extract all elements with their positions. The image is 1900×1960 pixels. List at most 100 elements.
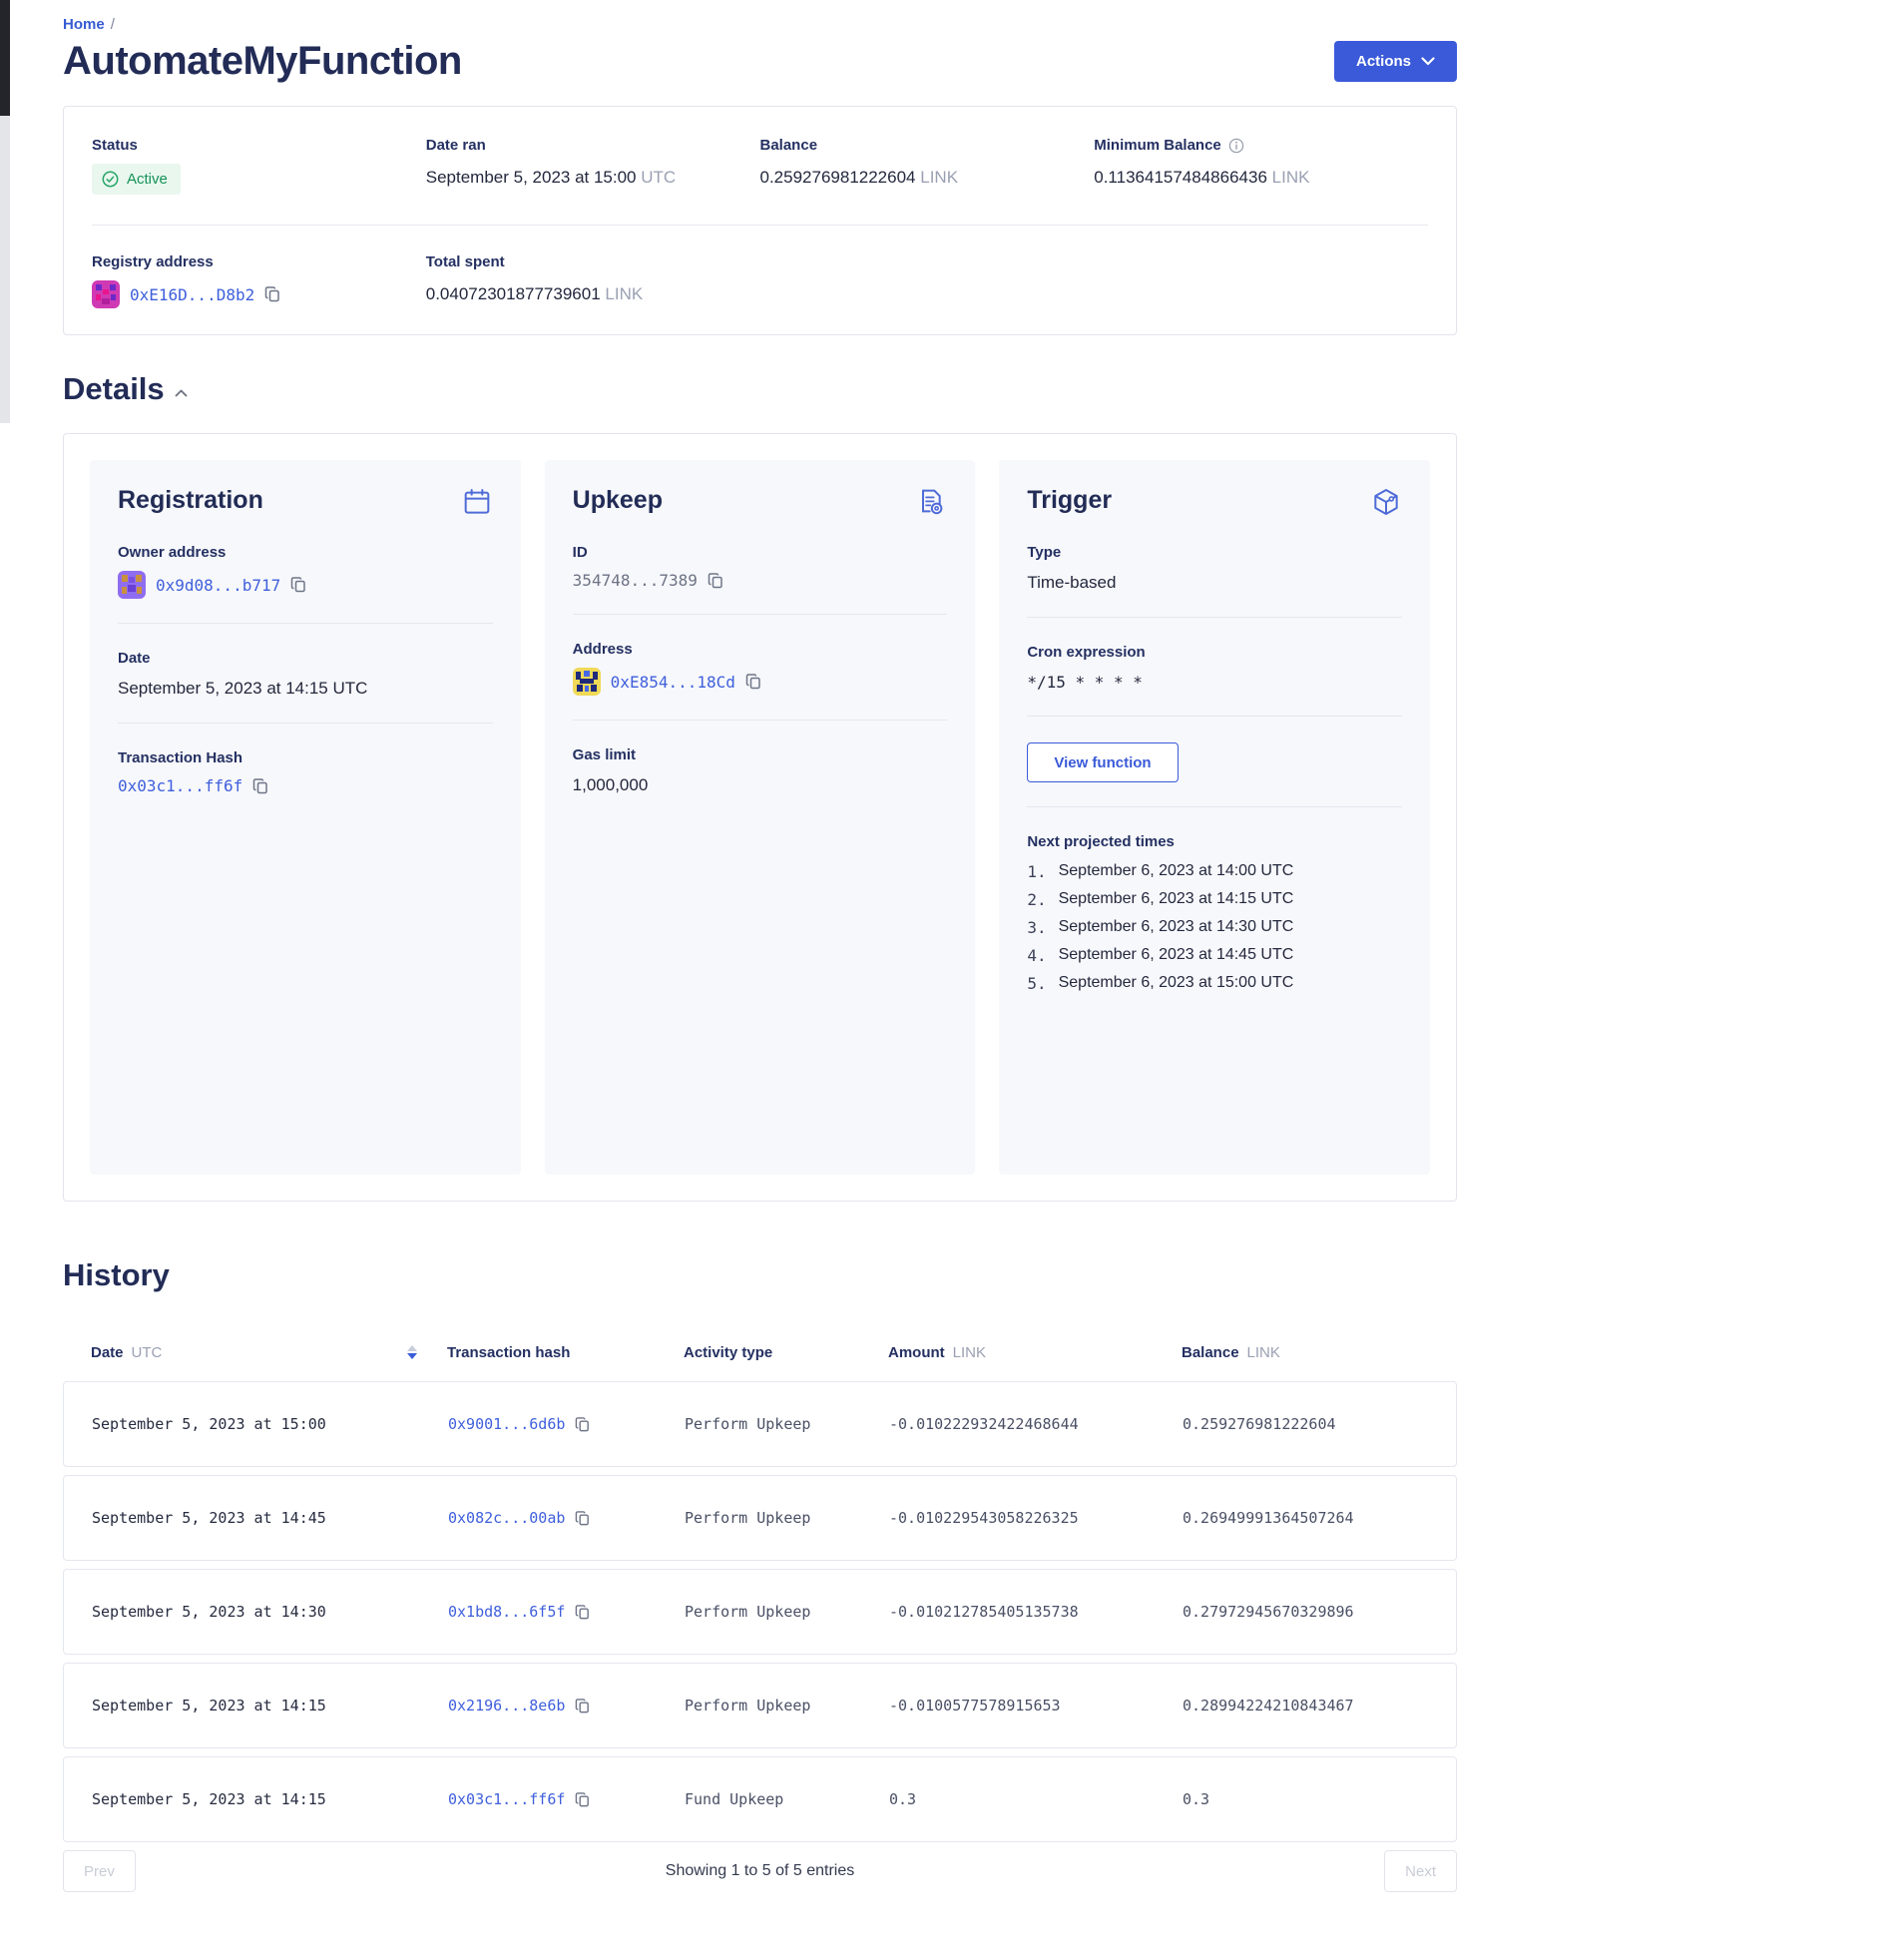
cron-expression-value: */15 * * * *: [1027, 673, 1402, 692]
row-hash-link[interactable]: 0x082c...00ab: [448, 1509, 565, 1527]
upkeep-divider-1: [573, 614, 948, 615]
upkeep-address-link[interactable]: 0xE854...18Cd: [611, 673, 735, 692]
calendar-icon: [461, 486, 493, 518]
row-date: September 5, 2023 at 14:15: [92, 1697, 448, 1715]
transaction-hash-label: Transaction Hash: [118, 749, 493, 766]
table-row: September 5, 2023 at 15:00 0x9001...6d6b…: [63, 1381, 1457, 1467]
history-heading-row: History: [63, 1257, 1457, 1293]
upkeep-title: Upkeep: [573, 486, 663, 515]
row-balance: 0.28994224210843467: [1183, 1697, 1456, 1715]
next-time-number: 3.: [1027, 918, 1046, 937]
next-projected-times-list: 1. September 6, 2023 at 14:00 UTC 2. Sep…: [1027, 862, 1402, 993]
registration-date-field: Date September 5, 2023 at 14:15 UTC: [118, 650, 493, 699]
column-activity-type: Activity type: [684, 1344, 888, 1361]
row-hash-link[interactable]: 0x03c1...ff6f: [448, 1790, 565, 1808]
transaction-hash-link[interactable]: 0x03c1...ff6f: [118, 776, 242, 795]
next-button[interactable]: Next: [1384, 1850, 1457, 1892]
trigger-type-field: Type Time-based: [1027, 544, 1402, 593]
next-projected-time-item: 4. September 6, 2023 at 14:45 UTC: [1027, 946, 1402, 965]
registration-title: Registration: [118, 486, 263, 515]
row-hash-link[interactable]: 0x1bd8...6f5f: [448, 1603, 565, 1621]
upkeep-address-copy-button[interactable]: [745, 673, 762, 691]
row-hash-copy-button[interactable]: [575, 1791, 591, 1808]
transaction-hash-copy-button[interactable]: [252, 777, 269, 795]
row-activity-type: Perform Upkeep: [685, 1509, 889, 1527]
row-hash-cell: 0x1bd8...6f5f: [448, 1603, 685, 1621]
date-ran-value: September 5, 2023 at 15:00 UTC: [426, 168, 760, 188]
document-gear-icon: [915, 486, 947, 518]
upkeep-id-value: 354748...7389: [573, 571, 698, 590]
upkeep-card: Upkeep ID 354748...7389 Address: [545, 460, 976, 1175]
gas-limit-value: 1,000,000: [573, 775, 948, 795]
registry-copy-button[interactable]: [264, 285, 281, 303]
min-balance-field: Minimum Balance 0.11364157484866436 LINK: [1094, 137, 1428, 195]
column-date-suffix: UTC: [132, 1344, 163, 1361]
column-transaction-hash: Transaction hash: [447, 1344, 684, 1361]
upkeep-id-copy-button[interactable]: [708, 572, 724, 590]
column-amount-suffix: LINK: [953, 1344, 986, 1361]
row-hash-copy-button[interactable]: [575, 1510, 591, 1527]
pagination: Prev Showing 1 to 5 of 5 entries Next: [63, 1850, 1457, 1892]
trigger-divider-1: [1027, 617, 1402, 618]
row-hash-copy-button[interactable]: [575, 1416, 591, 1433]
trigger-type-value: Time-based: [1027, 573, 1402, 593]
summary-card: Status Active Date ran September 5, 2023…: [63, 106, 1457, 335]
row-balance: 0.27972945670329896: [1183, 1603, 1456, 1621]
registration-date-value: September 5, 2023 at 14:15 UTC: [118, 679, 493, 699]
summary-row-1: Status Active Date ran September 5, 2023…: [92, 137, 1428, 195]
row-hash-copy-button[interactable]: [575, 1698, 591, 1715]
details-panel: Registration Owner address 0x9d08...b717: [63, 433, 1457, 1202]
column-date: Date UTC: [91, 1344, 447, 1361]
details-collapse-toggle[interactable]: [175, 389, 188, 397]
registration-card: Registration Owner address 0x9d08...b717: [90, 460, 521, 1175]
history-table-rows: September 5, 2023 at 15:00 0x9001...6d6b…: [63, 1381, 1457, 1842]
column-balance-suffix: LINK: [1247, 1344, 1280, 1361]
left-edge-dark-segment: [0, 0, 10, 116]
check-circle-icon: [102, 171, 119, 188]
min-balance-label: Minimum Balance: [1094, 137, 1428, 154]
transaction-hash-field: Transaction Hash 0x03c1...ff6f: [118, 749, 493, 795]
history-table: Date UTC Transaction hash Activity type …: [63, 1335, 1457, 1892]
total-spent-label: Total spent: [426, 253, 760, 270]
owner-copy-button[interactable]: [290, 576, 307, 594]
next-time-value: September 6, 2023 at 14:30 UTC: [1059, 918, 1294, 937]
trigger-card-head: Trigger: [1027, 486, 1402, 518]
row-hash-copy-button[interactable]: [575, 1604, 591, 1621]
owner-identicon: [118, 571, 146, 599]
sort-control[interactable]: [407, 1345, 417, 1359]
date-ran-suffix: UTC: [641, 168, 676, 187]
next-time-number: 4.: [1027, 946, 1046, 965]
registration-date-label: Date: [118, 650, 493, 667]
next-time-number: 5.: [1027, 974, 1046, 993]
upkeep-id-row: 354748...7389: [573, 571, 948, 590]
registry-identicon: [92, 280, 120, 308]
cron-expression-field: Cron expression */15 * * * *: [1027, 644, 1402, 692]
row-hash-link[interactable]: 0x9001...6d6b: [448, 1415, 565, 1433]
registry-address-link[interactable]: 0xE16D...D8b2: [130, 285, 254, 304]
trigger-card: Trigger Type Time-based Cron expression …: [999, 460, 1430, 1175]
view-function-button[interactable]: View function: [1027, 742, 1178, 782]
owner-address-field: Owner address 0x9d08...b717: [118, 544, 493, 599]
row-hash-cell: 0x2196...8e6b: [448, 1697, 685, 1715]
registration-divider-2: [118, 723, 493, 724]
row-date: September 5, 2023 at 15:00: [92, 1415, 448, 1433]
row-hash-cell: 0x9001...6d6b: [448, 1415, 685, 1433]
page-title: AutomateMyFunction: [63, 39, 462, 84]
row-hash-link[interactable]: 0x2196...8e6b: [448, 1697, 565, 1715]
owner-address-link[interactable]: 0x9d08...b717: [156, 576, 280, 595]
next-time-value: September 6, 2023 at 14:45 UTC: [1059, 946, 1294, 965]
transaction-hash-row: 0x03c1...ff6f: [118, 776, 493, 795]
upkeep-id-label: ID: [573, 544, 948, 561]
actions-button[interactable]: Actions: [1334, 41, 1457, 82]
table-row: September 5, 2023 at 14:45 0x082c...00ab…: [63, 1475, 1457, 1561]
date-ran-field: Date ran September 5, 2023 at 15:00 UTC: [426, 137, 760, 195]
cron-expression-label: Cron expression: [1027, 644, 1402, 661]
info-icon[interactable]: [1228, 138, 1244, 154]
prev-button[interactable]: Prev: [63, 1850, 136, 1892]
breadcrumb-home-link[interactable]: Home: [63, 16, 105, 33]
next-time-value: September 6, 2023 at 14:15 UTC: [1059, 890, 1294, 909]
column-amount: Amount LINK: [888, 1344, 1182, 1361]
next-projected-times-field: Next projected times 1. September 6, 202…: [1027, 833, 1402, 993]
history-heading: History: [63, 1257, 170, 1293]
row-balance: 0.259276981222604: [1183, 1415, 1456, 1433]
